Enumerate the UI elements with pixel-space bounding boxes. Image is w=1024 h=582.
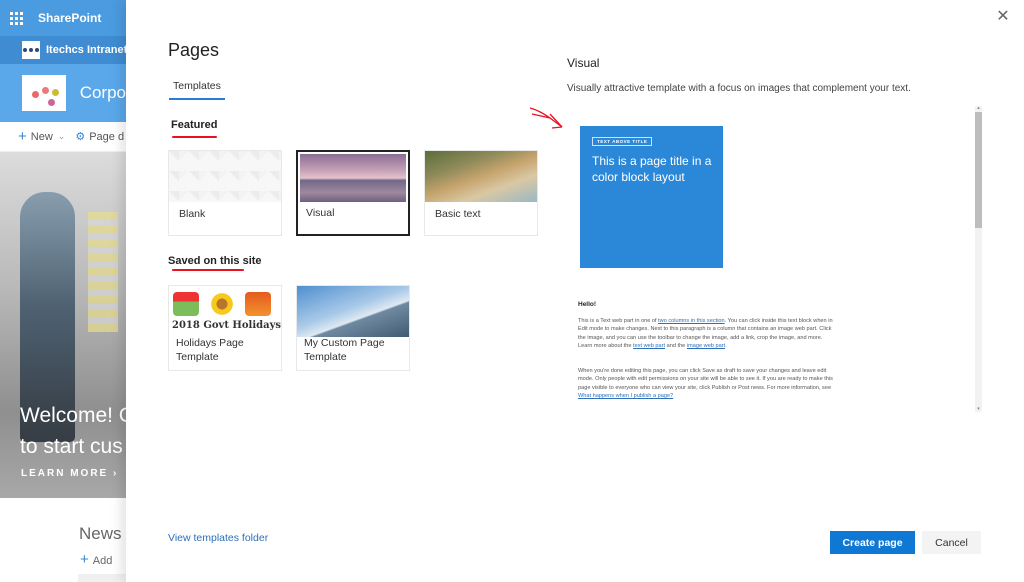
text-above-title: TEXT ABOVE TITLE xyxy=(592,137,653,146)
site-logo xyxy=(22,75,66,111)
page-details-button[interactable]: Page d xyxy=(89,131,124,143)
hero-image: Welcome! C to start cus LEARN MORE › xyxy=(0,152,126,498)
hub-logo-icon xyxy=(22,41,40,59)
scrollbar-thumb[interactable] xyxy=(975,112,982,228)
annotation-underline xyxy=(172,269,244,271)
command-bar: + New ⌄ ⚙ Page d xyxy=(0,122,126,152)
view-templates-folder-link[interactable]: View templates folder xyxy=(168,532,268,544)
template-thumbnail xyxy=(425,151,537,202)
site-header: Corpo xyxy=(0,64,126,122)
section-title-saved: Saved on this site xyxy=(168,255,262,267)
preview-description: Visually attractive template with a focu… xyxy=(567,83,911,94)
page-templates-panel: ✕ Pages Templates Featured Blank Visual … xyxy=(126,0,1024,582)
preview-link[interactable]: two columns in this section xyxy=(658,318,725,324)
site-title: Corpo xyxy=(79,83,126,102)
hub-title[interactable]: Itechcs Intranet xyxy=(46,44,126,56)
preview-link[interactable]: text web part xyxy=(633,343,665,349)
news-title: News xyxy=(79,524,122,543)
preview-paragraph: When you're done editing this page, you … xyxy=(578,368,833,400)
scroll-down-icon[interactable]: ▾ xyxy=(975,407,982,412)
template-thumbnail xyxy=(297,286,409,337)
tab-templates[interactable]: Templates xyxy=(169,80,225,100)
preview-title: Visual xyxy=(567,56,600,70)
app-launcher-icon[interactable] xyxy=(10,11,23,25)
news-add-button[interactable]: + Add xyxy=(80,551,112,568)
background-sharepoint-site: SharePoint Itechcs Intranet Corpo + New … xyxy=(0,0,126,582)
template-preview: TEXT ABOVE TITLE This is a page title in… xyxy=(567,104,983,414)
gear-icon: ⚙ xyxy=(75,131,86,143)
plus-icon: + xyxy=(80,551,89,568)
chevron-down-icon: ⌄ xyxy=(57,131,66,141)
preview-paragraph: This is a Text web part in one of two co… xyxy=(578,318,833,350)
hub-bar: Itechcs Intranet xyxy=(0,36,126,64)
cancel-button[interactable]: Cancel xyxy=(922,531,981,554)
section-title-featured: Featured xyxy=(171,119,218,131)
close-icon[interactable]: ✕ xyxy=(996,9,1010,25)
plus-icon: + xyxy=(18,128,27,145)
learn-more-link[interactable]: LEARN MORE › xyxy=(21,468,118,479)
scroll-up-icon[interactable]: ▴ xyxy=(975,106,982,111)
template-thumbnail xyxy=(300,154,406,202)
preview-heading: Hello! xyxy=(578,301,597,308)
template-card-visual[interactable]: Visual xyxy=(296,150,410,236)
template-thumbnail xyxy=(169,151,281,202)
preview-link[interactable]: What happens when I publish a page? xyxy=(578,393,673,399)
suite-title[interactable]: SharePoint xyxy=(38,11,101,25)
annotation-underline xyxy=(172,136,217,138)
create-page-button[interactable]: Create page xyxy=(830,531,915,554)
panel-title: Pages xyxy=(168,40,220,60)
hero-text: Welcome! C to start cus xyxy=(20,404,126,458)
template-card-basic-text[interactable]: Basic text xyxy=(424,150,538,236)
suite-bar: SharePoint xyxy=(0,0,126,36)
annotation-arrow-icon xyxy=(529,107,563,129)
template-thumbnail: 2018 Govt Holidays xyxy=(169,286,281,337)
preview-link[interactable]: image web part xyxy=(687,343,725,349)
template-card-holidays[interactable]: 2018 Govt Holidays Holidays Page Templat… xyxy=(168,285,282,371)
preview-scrollbar[interactable]: ▴ ▾ xyxy=(975,106,982,412)
new-button[interactable]: New xyxy=(31,131,53,143)
template-card-my-custom[interactable]: My Custom Page Template xyxy=(296,285,410,371)
preview-color-block: TEXT ABOVE TITLE This is a page title in… xyxy=(580,126,723,268)
preview-page-title: This is a page title in a color block la… xyxy=(592,154,712,184)
template-card-blank[interactable]: Blank xyxy=(168,150,282,236)
